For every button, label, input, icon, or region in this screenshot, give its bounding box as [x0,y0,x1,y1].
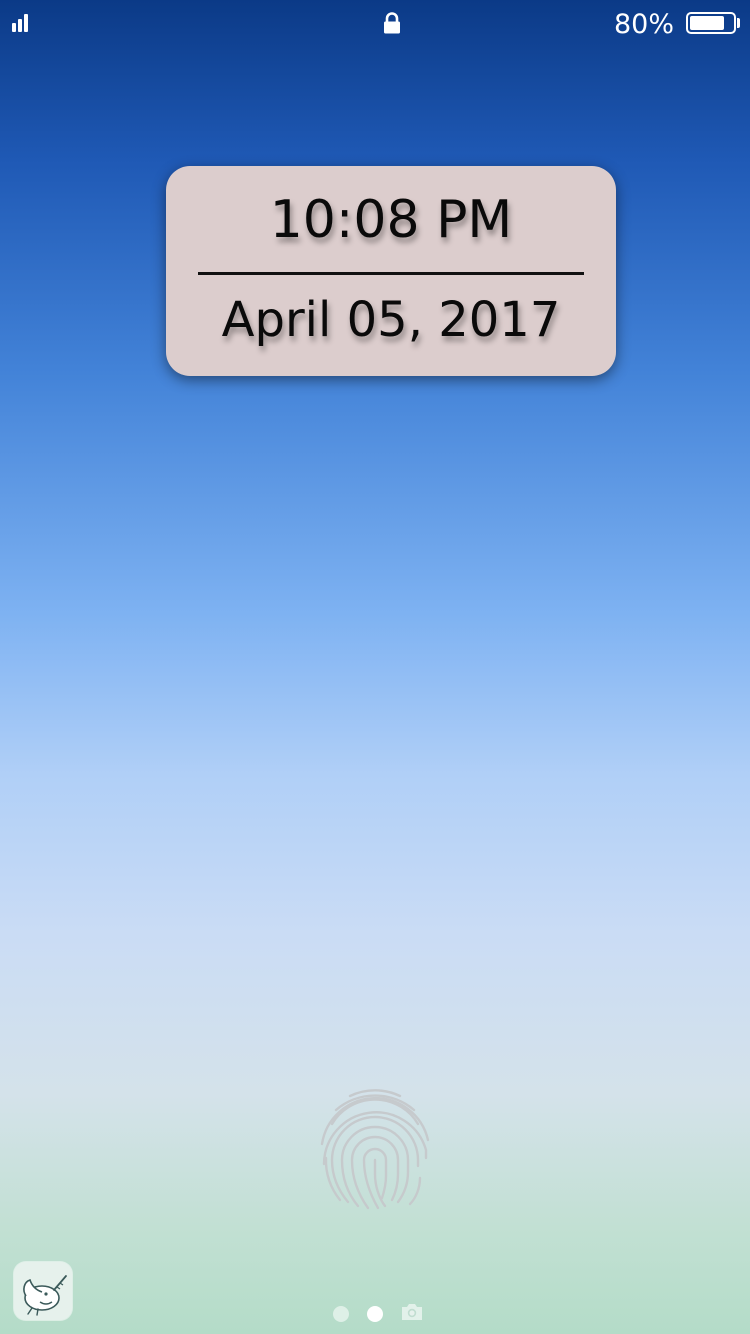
battery-tip [737,18,740,28]
clock-date: April 05, 2017 [221,292,561,348]
battery-icon [686,12,736,34]
camera-icon[interactable] [400,1302,424,1322]
status-bar: 80% [0,0,750,48]
clock-time: 10:08 PM [269,190,513,250]
page-dot-1[interactable] [333,1306,349,1322]
page-indicator [0,1302,750,1326]
signal-bars-icon [12,14,28,32]
battery-percentage: 80% [613,9,674,40]
clock-widget[interactable]: 10:08 PM April 05, 2017 [166,166,616,376]
fingerprint-icon[interactable] [310,1082,440,1212]
lock-icon [384,12,400,34]
battery-level-fill [690,16,724,30]
clock-divider [198,272,584,275]
page-dot-2-active[interactable] [367,1306,383,1322]
